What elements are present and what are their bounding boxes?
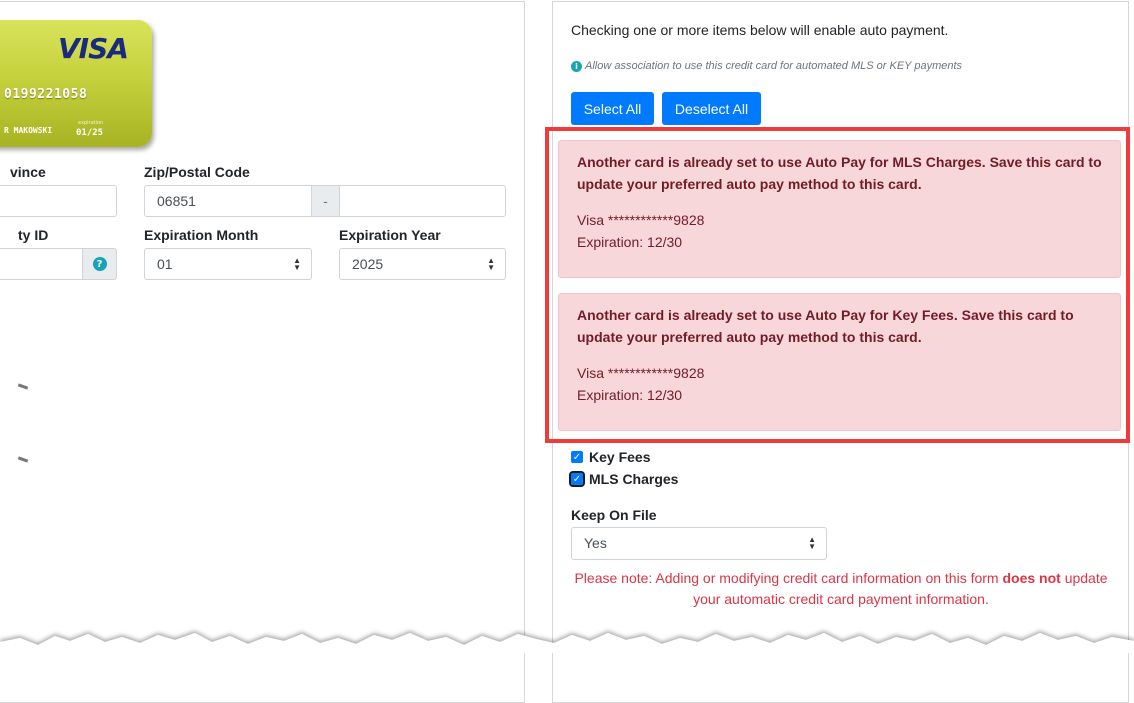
note-prefix: Please note: Adding or modifying credit … <box>574 570 1003 586</box>
security-id-label: ty ID <box>18 227 49 243</box>
security-id-help-button[interactable]: ? <box>82 248 117 280</box>
torn-edge <box>0 633 1134 653</box>
zip-label: Zip/Postal Code <box>144 164 250 180</box>
auto-pay-help-label: Allow association to use this credit car… <box>585 60 963 72</box>
keep-on-file-select[interactable]: Yes ▲ ▼ <box>571 527 827 560</box>
key-fees-label: Key Fees <box>589 449 651 465</box>
info-icon: i <box>571 60 582 72</box>
expiration-year-value: 2025 <box>352 256 384 272</box>
expiration-year-label: Expiration Year <box>339 227 441 243</box>
card-expiration-text: 01/25 <box>76 128 104 138</box>
mls-charges-option[interactable]: ✓ MLS Charges <box>569 471 679 487</box>
auto-pay-help-text: i Allow association to use this credit c… <box>571 60 962 72</box>
highlight-annotation-box <box>545 127 1130 443</box>
zip-input[interactable]: 06851 <box>144 185 312 217</box>
note-emphasis: does not <box>1002 570 1061 586</box>
cardholder-name-text: R MAKOWSKI <box>4 126 53 135</box>
auto-pay-intro: Checking one or more items below will en… <box>571 22 949 38</box>
expiration-year-select[interactable]: 2025 ▲ ▼ <box>339 248 506 280</box>
security-id-input[interactable] <box>0 248 83 280</box>
card-number-text: 0199221058 <box>4 87 88 102</box>
select-all-button[interactable]: Select All <box>571 92 654 125</box>
mls-charges-label: MLS Charges <box>589 471 679 487</box>
key-fees-option[interactable]: ✓ Key Fees <box>571 449 650 465</box>
province-input[interactable] <box>0 185 117 217</box>
expiration-month-value: 01 <box>157 256 173 272</box>
zip-separator: - <box>311 185 340 217</box>
expiration-month-select[interactable]: 01 ▲ ▼ <box>144 248 312 280</box>
card-expiration-label: expiration <box>78 120 104 126</box>
select-arrows-icon: ▲ ▼ <box>808 535 816 551</box>
auto-pay-note: Please note: Adding or modifying credit … <box>571 568 1111 610</box>
key-fees-checkbox[interactable]: ✓ <box>571 451 583 463</box>
deselect-all-button[interactable]: Deselect All <box>662 92 761 125</box>
question-icon: ? <box>92 257 107 271</box>
keep-on-file-value: Yes <box>584 535 607 551</box>
zip-extension-input[interactable] <box>339 185 506 217</box>
keep-on-file-label: Keep On File <box>571 507 657 523</box>
select-arrows-icon: ▲ ▼ <box>293 256 301 272</box>
select-arrows-icon: ▲ ▼ <box>487 256 495 272</box>
province-label: vince <box>10 164 46 180</box>
credit-card-image: VISA 0199221058 R MAKOWSKI expiration 01… <box>0 20 152 147</box>
expiration-month-label: Expiration Month <box>144 227 259 243</box>
mls-charges-checkbox[interactable]: ✓ <box>569 471 585 487</box>
visa-logo: VISA <box>58 32 129 65</box>
